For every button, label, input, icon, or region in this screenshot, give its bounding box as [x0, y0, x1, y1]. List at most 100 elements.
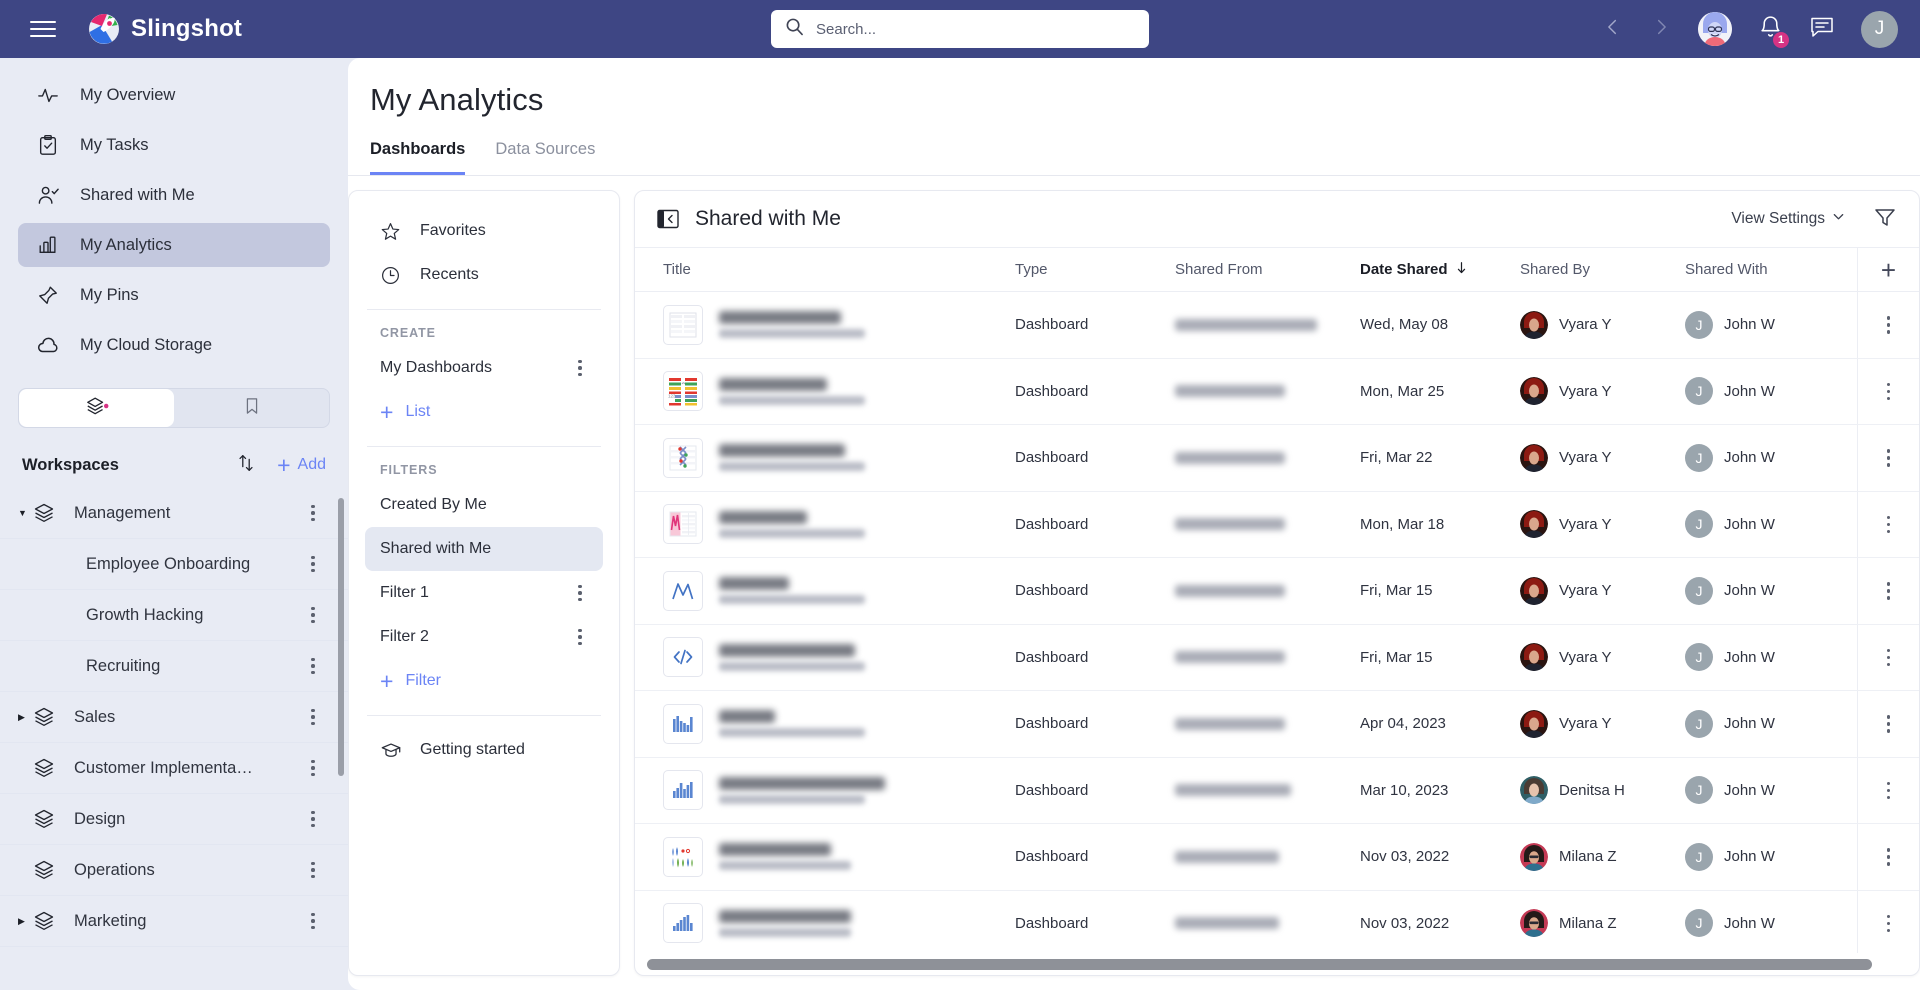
table-row[interactable]: Dashboard Mon, Mar 18 Vyara Y J John W — [635, 491, 1919, 558]
workspace-menu-button[interactable] — [304, 810, 322, 828]
hamburger-icon[interactable] — [30, 16, 56, 42]
row-shared-from — [1175, 651, 1360, 664]
view-settings-button[interactable]: View Settings — [1731, 210, 1845, 228]
funnel-icon[interactable] — [1873, 205, 1897, 234]
layers-icon — [32, 706, 58, 728]
column-header-shared-from[interactable]: Shared From — [1175, 261, 1360, 278]
sidebar-item-my-cloud-storage[interactable]: My Cloud Storage — [18, 323, 330, 367]
workspace-item-customer-implementation[interactable]: Customer Implementa… — [0, 743, 348, 794]
filter-menu-button[interactable] — [571, 584, 589, 602]
workspace-menu-button[interactable] — [304, 912, 322, 930]
workspaces-scrollbar[interactable] — [338, 498, 344, 776]
table-row[interactable]: Dashboard Apr 04, 2023 Vyara Y J John W — [635, 691, 1919, 758]
workspace-item-operations[interactable]: Operations — [0, 845, 348, 896]
row-menu-button[interactable] — [1886, 715, 1891, 733]
search-box[interactable] — [771, 10, 1149, 48]
sidebar-label: My Overview — [80, 85, 176, 104]
collapse-panel-icon[interactable] — [657, 208, 679, 230]
workspace-item-design[interactable]: Design — [0, 794, 348, 845]
scrollbar-thumb[interactable] — [647, 958, 1872, 970]
create-item-my-dashboards[interactable]: My Dashboards — [365, 346, 603, 390]
filter-shared-with-me[interactable]: Shared with Me — [365, 527, 603, 571]
workspace-item-recruiting[interactable]: Recruiting — [0, 641, 348, 692]
table-row[interactable]: Dashboard Mar 10, 2023 Denitsa H J John … — [635, 757, 1919, 824]
table-row[interactable]: Dashboard Wed, May 08 Vyara Y J John W — [635, 292, 1919, 359]
plus-icon[interactable]: + — [1881, 257, 1896, 283]
create-item-menu-button[interactable] — [571, 359, 589, 377]
sidebar-item-my-pins[interactable]: My Pins — [18, 273, 330, 317]
table-row[interactable]: 123 Dashboard Mon, Mar 25 Vyara Y J John… — [635, 358, 1919, 425]
row-menu-button[interactable] — [1886, 648, 1891, 666]
workspace-item-management[interactable]: ▼ Management — [0, 488, 348, 539]
column-header-type[interactable]: Type — [1015, 261, 1175, 278]
filter-created-by-me[interactable]: Created By Me — [365, 483, 603, 527]
bookmarks-toggle-button[interactable] — [174, 389, 329, 427]
add-list-button[interactable]: + List — [365, 390, 603, 434]
workspace-menu-button[interactable] — [304, 606, 322, 624]
workspace-label: Customer Implementa… — [74, 758, 253, 777]
workspace-label: Employee Onboarding — [86, 554, 251, 573]
user-avatar[interactable]: J — [1861, 10, 1898, 48]
table-row[interactable]: Dashboard Fri, Mar 15 Vyara Y J John W — [635, 558, 1919, 625]
caret-right-icon[interactable]: ▶ — [18, 712, 32, 723]
add-workspace-button[interactable]: + Add — [277, 453, 326, 477]
workspace-item-growth-hacking[interactable]: Growth Hacking — [0, 590, 348, 641]
workspace-item-employee-onboarding[interactable]: Employee Onboarding — [0, 539, 348, 590]
filter-recents[interactable]: Recents — [365, 253, 603, 297]
workspace-item-sales[interactable]: ▶ Sales — [0, 692, 348, 743]
avatar — [1520, 510, 1548, 539]
add-filter-button[interactable]: + Filter — [365, 659, 603, 703]
row-menu-button[interactable] — [1886, 848, 1891, 866]
filter-favorites[interactable]: Favorites — [365, 209, 603, 253]
table-row[interactable]: Dashboard Nov 03, 2022 Milana Z J John W — [635, 824, 1919, 891]
workspaces-toggle-button[interactable] — [19, 389, 174, 427]
row-shared-by-name: Vyara Y — [1559, 715, 1612, 733]
row-menu-button[interactable] — [1886, 781, 1891, 799]
filter-filter-1[interactable]: Filter 1 — [365, 571, 603, 615]
layers-icon — [32, 502, 58, 524]
sidebar-item-my-overview[interactable]: My Overview — [18, 73, 330, 117]
search-input[interactable] — [816, 20, 1135, 38]
workspace-menu-button[interactable] — [304, 708, 322, 726]
row-menu-button[interactable] — [1886, 382, 1891, 400]
back-button[interactable] — [1602, 16, 1624, 43]
table-row[interactable]: Dashboard Fri, Mar 15 Vyara Y J John W — [635, 624, 1919, 691]
workspace-item-marketing[interactable]: ▶ Marketing — [0, 896, 348, 947]
workspace-menu-button[interactable] — [304, 555, 322, 573]
forward-button[interactable] — [1650, 16, 1672, 43]
row-title-redacted — [719, 643, 855, 657]
chat-icon[interactable] — [1809, 14, 1835, 45]
sort-arrows-icon[interactable] — [235, 452, 257, 479]
table-row[interactable]: Dashboard Nov 03, 2022 Milana Z J John W — [635, 890, 1919, 953]
column-header-date-shared[interactable]: Date Shared — [1360, 261, 1520, 279]
avatar — [1520, 709, 1548, 738]
assistant-avatar[interactable] — [1698, 12, 1732, 46]
row-menu-button[interactable] — [1886, 914, 1891, 932]
column-header-shared-with[interactable]: Shared With — [1685, 261, 1857, 278]
brand[interactable]: Slingshot — [88, 13, 242, 45]
workspace-menu-button[interactable] — [304, 759, 322, 777]
row-menu-button[interactable] — [1886, 515, 1891, 533]
tab-dashboards[interactable]: Dashboards — [370, 140, 466, 175]
workspace-menu-button[interactable] — [304, 861, 322, 879]
sidebar-item-shared-with-me[interactable]: Shared with Me — [18, 173, 330, 217]
getting-started-button[interactable]: Getting started — [365, 728, 603, 772]
caret-down-icon[interactable]: ▼ — [18, 508, 32, 518]
sidebar-item-my-analytics[interactable]: My Analytics — [18, 223, 330, 267]
column-header-title[interactable]: Title — [635, 261, 1015, 278]
tab-data-sources[interactable]: Data Sources — [495, 140, 595, 175]
caret-right-icon[interactable]: ▶ — [18, 916, 32, 927]
row-menu-button[interactable] — [1886, 449, 1891, 467]
workspace-menu-button[interactable] — [304, 657, 322, 675]
row-menu-button[interactable] — [1886, 582, 1891, 600]
create-group-label: CREATE — [380, 326, 436, 340]
table-horizontal-scrollbar[interactable] — [635, 953, 1919, 975]
sidebar-item-my-tasks[interactable]: My Tasks — [18, 123, 330, 167]
table-row[interactable]: Dashboard Fri, Mar 22 Vyara Y J John W — [635, 425, 1919, 492]
row-menu-button[interactable] — [1886, 316, 1891, 334]
notifications-button[interactable]: 1 — [1758, 14, 1790, 49]
filter-menu-button[interactable] — [571, 628, 589, 646]
column-header-shared-by[interactable]: Shared By — [1520, 261, 1685, 278]
workspace-menu-button[interactable] — [304, 504, 322, 522]
filter-filter-2[interactable]: Filter 2 — [365, 615, 603, 659]
